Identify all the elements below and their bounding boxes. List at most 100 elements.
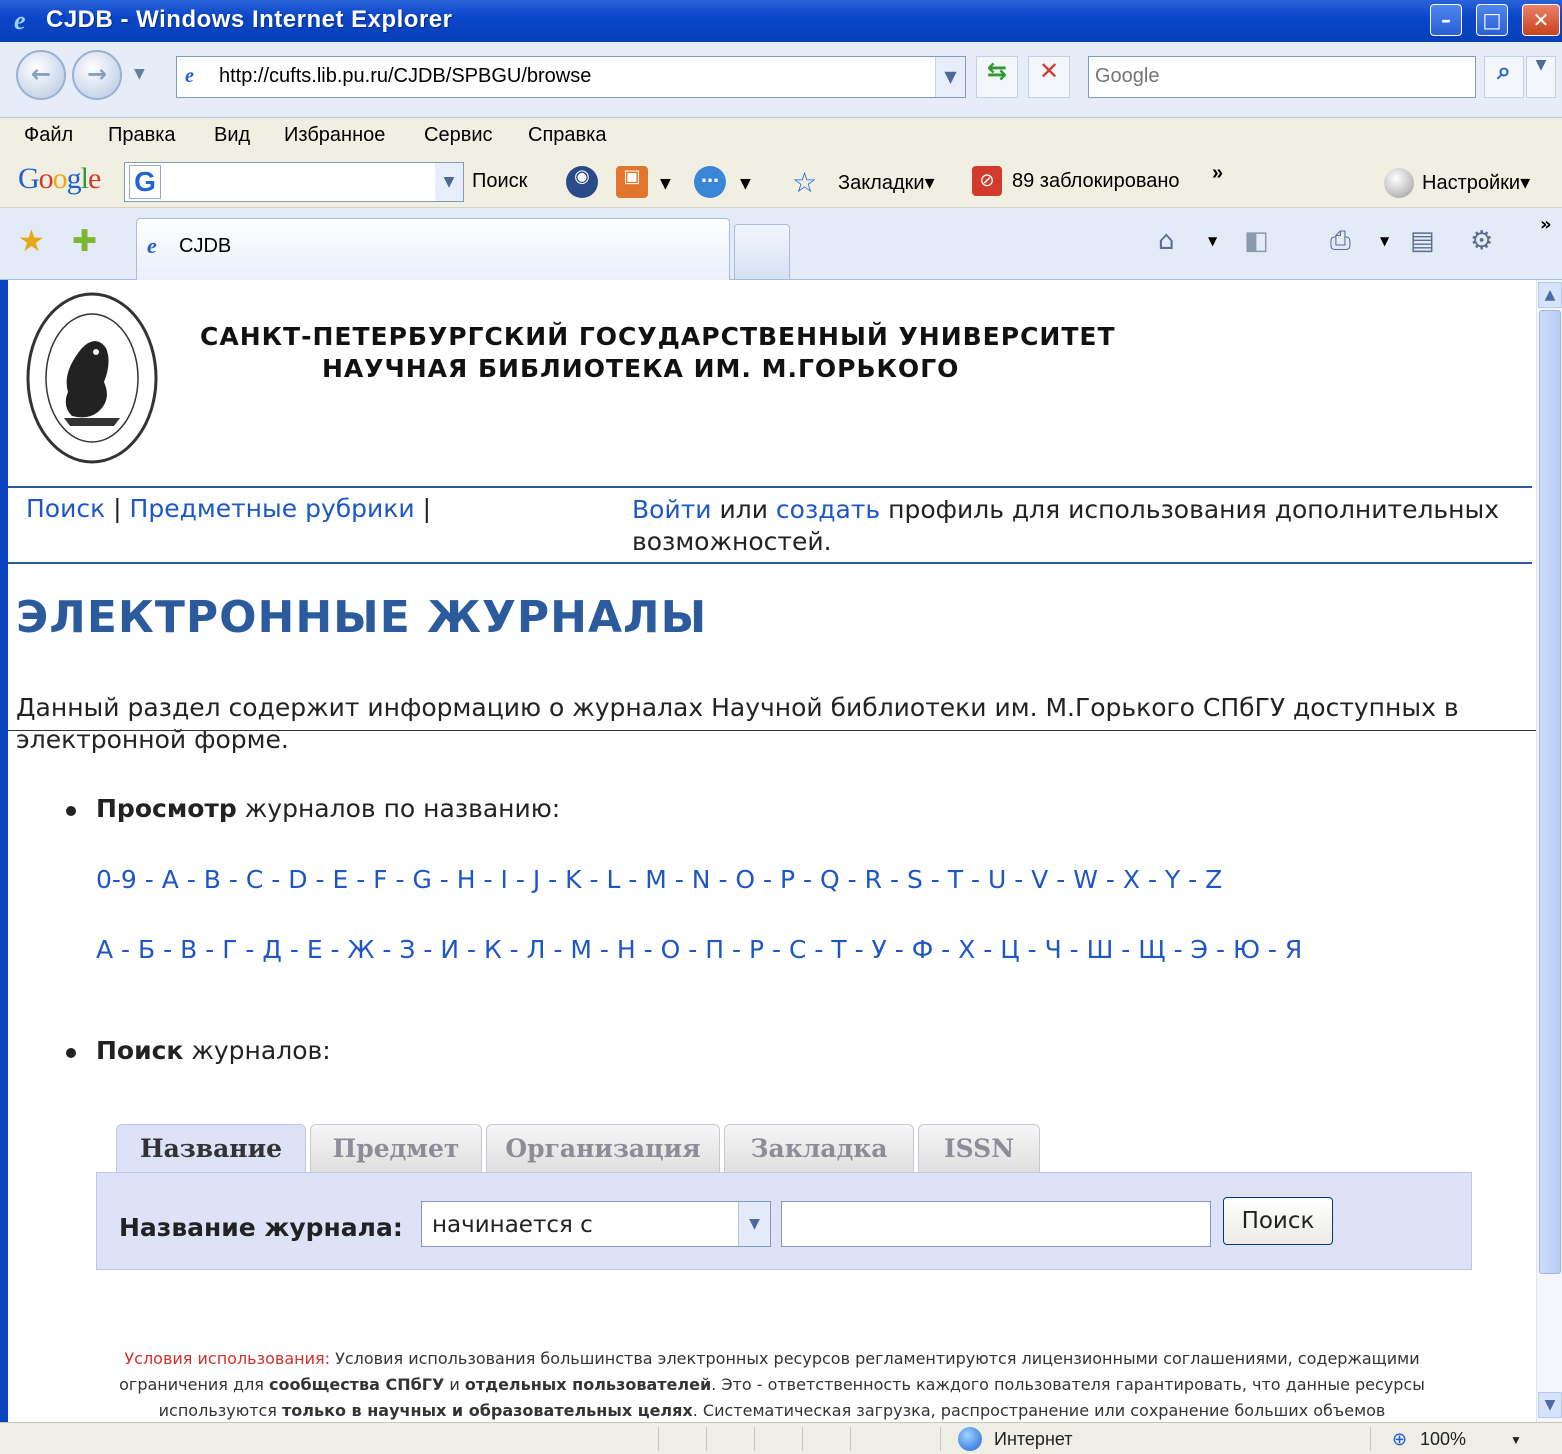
- print-dropdown-icon[interactable]: ▼: [1380, 234, 1389, 248]
- latin-letter-link[interactable]: Z: [1205, 865, 1222, 894]
- cyrillic-letter-link[interactable]: А: [96, 935, 113, 964]
- minimize-button[interactable]: –: [1430, 4, 1462, 36]
- match-mode-select[interactable]: начинается с ▼: [421, 1201, 771, 1247]
- cyrillic-letter-link[interactable]: В: [180, 935, 197, 964]
- web-search-box[interactable]: [1088, 56, 1476, 98]
- cyrillic-letter-link[interactable]: М: [570, 935, 592, 964]
- home-dropdown-icon[interactable]: ▼: [1208, 234, 1217, 248]
- zoom-level[interactable]: 100%: [1420, 1429, 1466, 1450]
- cyrillic-letter-link[interactable]: Ю: [1233, 935, 1260, 964]
- url-text[interactable]: http://cufts.lib.pu.ru/CJDB/SPBGU/browse: [219, 65, 591, 88]
- cyrillic-letter-link[interactable]: З: [399, 935, 415, 964]
- google-g-icon[interactable]: G: [129, 165, 161, 199]
- latin-letter-link[interactable]: P: [780, 865, 795, 894]
- vertical-scrollbar[interactable]: ▲ ▼: [1536, 280, 1562, 1422]
- cyrillic-letter-link[interactable]: П: [705, 935, 724, 964]
- menu-help[interactable]: Справка: [528, 124, 606, 147]
- cyrillic-letter-link[interactable]: Г: [222, 935, 237, 964]
- maximize-button[interactable]: □: [1476, 4, 1508, 36]
- web-search-input[interactable]: [1089, 57, 1449, 95]
- latin-letter-link[interactable]: W: [1073, 865, 1098, 894]
- zoom-icon[interactable]: ⊕: [1392, 1429, 1407, 1450]
- cyrillic-letter-link[interactable]: К: [484, 935, 502, 964]
- latin-letter-link[interactable]: T: [948, 865, 963, 894]
- latin-letter-link[interactable]: E: [332, 865, 348, 894]
- cyrillic-letter-link[interactable]: Т: [831, 935, 846, 964]
- latin-letter-link[interactable]: V: [1031, 865, 1048, 894]
- scroll-thumb[interactable]: [1539, 310, 1561, 1274]
- search-go-button[interactable]: ⌕: [1484, 56, 1524, 98]
- latin-letter-link[interactable]: 0-9: [96, 865, 137, 894]
- search-options-icon[interactable]: ▼: [1526, 56, 1556, 98]
- cyrillic-letter-link[interactable]: Я: [1285, 935, 1302, 964]
- scroll-down-icon[interactable]: ▼: [1538, 1392, 1562, 1418]
- nav-subjects-link[interactable]: Предметные рубрики: [130, 494, 415, 523]
- back-button[interactable]: ←: [16, 50, 66, 100]
- home-icon[interactable]: ⌂: [1158, 226, 1175, 256]
- latin-letter-link[interactable]: X: [1123, 865, 1140, 894]
- latin-letter-link[interactable]: G: [412, 865, 431, 894]
- latin-letter-link[interactable]: H: [457, 865, 476, 894]
- cyrillic-letter-link[interactable]: Ч: [1045, 935, 1062, 964]
- print-icon[interactable]: ⎙: [1330, 226, 1351, 257]
- feeds-icon[interactable]: ◧: [1244, 226, 1269, 256]
- settings-icon[interactable]: [1384, 168, 1414, 198]
- tab-issn[interactable]: ISSN: [918, 1124, 1040, 1174]
- latin-letter-link[interactable]: B: [204, 865, 221, 894]
- latin-letter-link[interactable]: D: [288, 865, 307, 894]
- favorites-star-icon[interactable]: ★: [18, 224, 45, 259]
- bookmark-star-icon[interactable]: ☆: [792, 166, 817, 199]
- google-dropdown-icon[interactable]: ▼: [435, 163, 463, 201]
- cyrillic-letter-link[interactable]: Х: [958, 935, 975, 964]
- url-dropdown-icon[interactable]: ▼: [935, 57, 965, 97]
- stop-button[interactable]: ✕: [1028, 56, 1070, 98]
- latin-letter-link[interactable]: K: [565, 865, 581, 894]
- cyrillic-letter-link[interactable]: И: [440, 935, 459, 964]
- bookmarks-menu[interactable]: Закладки▾: [838, 170, 935, 195]
- cyrillic-letter-link[interactable]: Ц: [1000, 935, 1019, 964]
- add-favorite-icon[interactable]: ✚: [72, 224, 97, 259]
- latin-letter-link[interactable]: R: [865, 865, 882, 894]
- chevron-down-icon[interactable]: ▼: [738, 1202, 770, 1246]
- latin-letter-link[interactable]: U: [988, 865, 1006, 894]
- latin-letter-link[interactable]: L: [606, 865, 620, 894]
- search-button[interactable]: Поиск: [1223, 1197, 1333, 1245]
- new-tab-button[interactable]: [734, 224, 790, 280]
- tools-gear-icon[interactable]: ⚙: [1470, 226, 1493, 256]
- login-link[interactable]: Войти: [632, 495, 712, 524]
- more-commands-icon[interactable]: »: [1540, 214, 1552, 235]
- popup-blocker-icon[interactable]: ⊘: [972, 166, 1002, 196]
- menu-file[interactable]: Файл: [24, 124, 73, 147]
- latin-letter-link[interactable]: O: [735, 865, 755, 894]
- cyrillic-letter-link[interactable]: Б: [138, 935, 155, 964]
- cyrillic-letter-link[interactable]: Е: [307, 935, 323, 964]
- nav-search-link[interactable]: Поиск: [26, 494, 105, 523]
- latin-letter-link[interactable]: I: [501, 865, 508, 894]
- cyrillic-letter-link[interactable]: Р: [749, 935, 764, 964]
- cyrillic-letter-link[interactable]: С: [789, 935, 806, 964]
- forward-button[interactable]: →: [72, 50, 122, 100]
- menu-view[interactable]: Вид: [214, 124, 250, 147]
- blocked-count[interactable]: 89 заблокировано: [1012, 170, 1180, 193]
- latin-letter-link[interactable]: Y: [1165, 865, 1180, 894]
- tab-cjdb[interactable]: e CJDB: [136, 218, 730, 280]
- zoom-dropdown-icon[interactable]: ▼: [1510, 1433, 1522, 1447]
- close-window-button[interactable]: ✕: [1522, 4, 1560, 36]
- google-search-button[interactable]: Поиск: [472, 170, 527, 193]
- url-field[interactable]: e http://cufts.lib.pu.ru/CJDB/SPBGU/brow…: [176, 56, 966, 98]
- menu-tools[interactable]: Сервис: [424, 124, 493, 147]
- cyrillic-letter-link[interactable]: О: [661, 935, 681, 964]
- cyrillic-letter-link[interactable]: Ж: [348, 935, 375, 964]
- page-menu-icon[interactable]: ▤: [1410, 226, 1435, 256]
- cyrillic-letter-link[interactable]: У: [872, 935, 887, 964]
- globe-icon[interactable]: ◉: [566, 166, 598, 198]
- scroll-up-icon[interactable]: ▲: [1538, 282, 1562, 308]
- history-dropdown-icon[interactable]: ▼: [134, 66, 145, 82]
- cyrillic-letter-link[interactable]: Л: [527, 935, 546, 964]
- refresh-button[interactable]: ⇆: [976, 56, 1018, 98]
- chat-dropdown-icon[interactable]: ▼: [740, 176, 751, 192]
- tab-organization[interactable]: Организация: [486, 1124, 720, 1174]
- cyrillic-letter-link[interactable]: Ф: [912, 935, 934, 964]
- latin-letter-link[interactable]: F: [373, 865, 387, 894]
- menu-edit[interactable]: Правка: [108, 124, 176, 147]
